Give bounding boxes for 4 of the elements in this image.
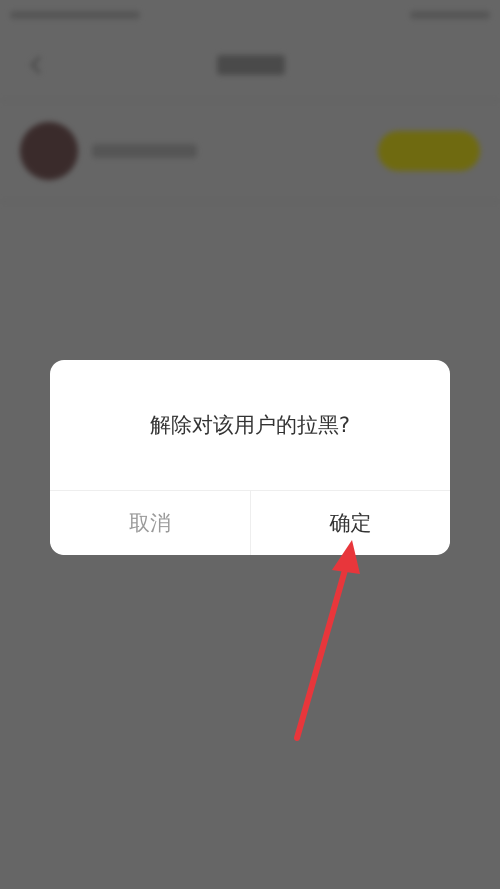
confirm-button[interactable]: 确定 xyxy=(250,491,450,555)
pill-button[interactable] xyxy=(378,131,480,171)
dialog-message: 解除对该用户的拉黑? xyxy=(150,412,350,439)
avatar-icon xyxy=(20,122,78,180)
